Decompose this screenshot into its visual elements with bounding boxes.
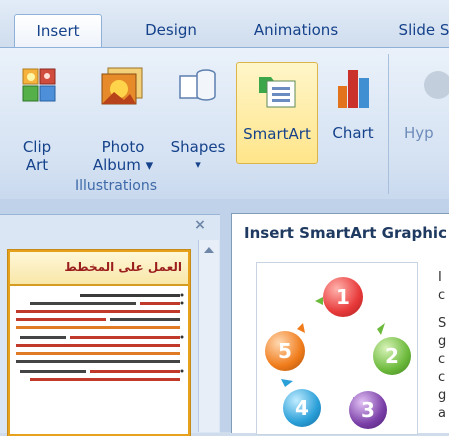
photo-album-button[interactable]: Photo Album ▾ — [90, 62, 156, 174]
cycle-node-1: 1 — [323, 277, 363, 317]
ribbon-tab-bar: Insert Design Animations Slide S — [0, 0, 449, 48]
cycle-node-5: 5 — [265, 331, 305, 371]
slide-thumbnail[interactable]: العمل على المخطط — [8, 250, 190, 436]
clip-art-button[interactable]: Clip Art — [12, 62, 62, 174]
shapes-icon — [179, 69, 216, 101]
globe-icon — [424, 71, 449, 99]
chart-icon — [338, 70, 369, 108]
dialog-title: Insert SmartArt Graphic — [244, 224, 447, 242]
smartart-icon — [259, 77, 296, 108]
description-char-2: c — [438, 288, 446, 303]
clip-art-icon — [22, 68, 56, 102]
hyperlink-label: Hyp — [404, 124, 434, 142]
description-char-4: g — [438, 334, 447, 349]
tab-design[interactable]: Design — [126, 14, 216, 47]
tab-slide-show[interactable]: Slide S — [384, 14, 449, 47]
cycle-arrow-1 — [315, 297, 323, 305]
smartart-button[interactable]: SmartArt — [236, 62, 318, 164]
clip-art-label-2: Art — [25, 156, 49, 174]
cycle-arrow-5 — [297, 323, 305, 333]
shapes-button[interactable]: Shapes ▾ — [166, 62, 230, 171]
slide-body-text — [16, 293, 184, 381]
cycle-arrow-4 — [281, 379, 293, 387]
photo-album-label-1: Photo — [101, 138, 145, 156]
description-char-3: S — [438, 316, 447, 331]
cycle-node-2: 2 — [373, 337, 411, 375]
illustrations-group: Clip Art Photo Album ▾ Shapes ▾ Illustra… — [0, 48, 232, 200]
tab-animations[interactable]: Animations — [236, 14, 356, 47]
description-char-6: c — [438, 370, 446, 385]
photo-album-label-2: Album ▾ — [92, 156, 154, 174]
tab-insert[interactable]: Insert — [14, 14, 102, 48]
photo-album-icon — [101, 67, 143, 105]
slide-title-underline — [10, 284, 188, 286]
shapes-dropdown-arrow: ▾ — [195, 158, 201, 171]
description-char-7: g — [438, 388, 447, 403]
smartart-preview: 1 2 3 4 5 — [256, 262, 418, 435]
cycle-node-3: 3 — [349, 391, 387, 429]
shapes-label: Shapes — [170, 138, 226, 156]
chart-button[interactable]: Chart — [324, 62, 382, 162]
cycle-node-4: 4 — [283, 389, 321, 427]
slides-pane-scrollbar[interactable] — [198, 240, 219, 432]
scroll-up-arrow-icon[interactable] — [199, 240, 219, 260]
ribbon-panel: Clip Art Photo Album ▾ Shapes ▾ Illustra… — [0, 47, 449, 200]
hyperlink-button[interactable]: Hyp — [398, 62, 449, 162]
group-separator — [388, 54, 389, 194]
illustrations-group-label: Illustrations — [74, 178, 157, 194]
description-char-1: I — [438, 270, 442, 285]
slide-title: العمل على المخطط — [64, 260, 182, 274]
chart-label: Chart — [332, 124, 374, 142]
description-char-5: c — [438, 352, 446, 367]
clip-art-label-1: Clip — [22, 138, 52, 156]
insert-smartart-dialog: Insert SmartArt Graphic 1 2 3 4 5 I c S … — [231, 213, 449, 435]
description-char-8: a — [438, 406, 446, 421]
cycle-arrow-2 — [377, 323, 385, 335]
close-pane-icon[interactable]: × — [190, 217, 210, 237]
smartart-label: SmartArt — [243, 125, 311, 143]
